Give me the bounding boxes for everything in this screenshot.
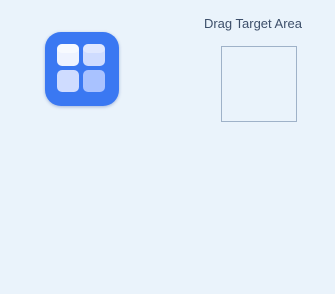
app-grid-icon[interactable]: [45, 32, 119, 106]
app-grid-glyph: [57, 44, 105, 92]
drag-target-area[interactable]: [221, 46, 297, 122]
drag-target-label: Drag Target Area: [203, 16, 303, 31]
